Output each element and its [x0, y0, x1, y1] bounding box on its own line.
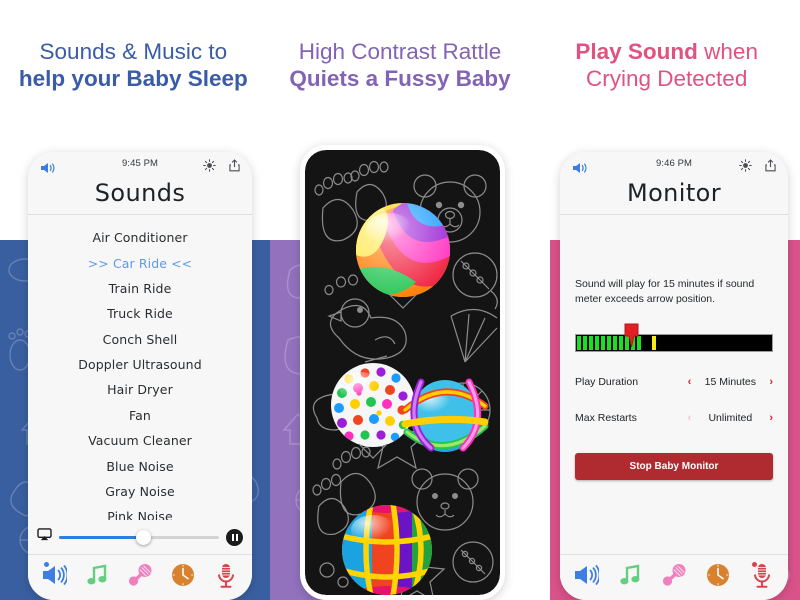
rattle-outline-2	[452, 541, 494, 583]
headline-row: Sounds & Music to help your Baby Sleep H…	[0, 0, 800, 130]
tab-timer[interactable]	[701, 561, 735, 595]
clock-icon	[171, 563, 195, 592]
headline-line-1: Sounds & Music to	[39, 38, 228, 64]
headline-line-1: High Contrast Rattle	[298, 38, 502, 64]
tab-monitor[interactable]	[745, 561, 779, 595]
setting-label: Play Duration	[575, 376, 639, 389]
headline-line-2: Quiets a Fussy Baby	[289, 66, 511, 91]
ribbon-wrapped-ball	[401, 378, 489, 452]
headline-sounds-music: Sounds & Music to help your Baby Sleep	[0, 0, 267, 130]
status-time: 9:45 PM	[121, 158, 159, 169]
tab-active-indicator	[43, 561, 49, 567]
headline-line-1-bold: Play Sound	[575, 38, 698, 64]
page-title: Monitor	[560, 178, 788, 215]
setting-decrement-arrow[interactable]: ‹	[688, 412, 692, 424]
status-bar: 9:46 PM	[560, 152, 788, 178]
tab-active-indicator	[752, 561, 757, 567]
sound-list-item[interactable]: Doppler Ultrasound	[28, 352, 252, 377]
tab-rattle[interactable]	[123, 561, 157, 595]
setting-row: Play Duration ‹ 15 Minutes ›	[575, 376, 773, 388]
headline-line-1-soft: when	[697, 38, 758, 64]
monitor-screen: 9:46 PM Monitor Sound will play for 15 m…	[560, 152, 788, 600]
speaker-waves-icon	[41, 564, 68, 591]
sound-list-item[interactable]: Blue Noise	[28, 453, 252, 478]
rattle-icon	[661, 563, 687, 592]
tab-sounds[interactable]	[37, 561, 71, 595]
pause-icon[interactable]	[226, 528, 243, 546]
setting-label: Max Restarts	[575, 412, 637, 425]
headline-line-2: help your Baby Sleep	[18, 66, 248, 91]
playback-slider-knob[interactable]	[136, 529, 152, 545]
player-bar	[28, 520, 252, 554]
pinwheel	[450, 308, 498, 363]
status-bar: 9:45 PM	[28, 152, 252, 178]
sound-list-item[interactable]: Train Ride	[28, 276, 252, 301]
microphone-icon	[216, 563, 236, 593]
sounds-screen: 9:45 PM Sounds Air Conditioner >> Car Rid…	[28, 152, 252, 600]
monitor-body: Sound will play for 15 minutes if sound …	[560, 215, 788, 554]
headline-high-contrast: High Contrast Rattle Quiets a Fussy Baby	[267, 0, 534, 130]
airplay-icon[interactable]	[37, 528, 52, 546]
toy-canvas	[312, 160, 498, 595]
playback-slider-fill	[59, 535, 144, 539]
headline-play-sound: Play Sound when Crying Detected	[533, 0, 800, 130]
tab-music[interactable]	[80, 561, 114, 595]
sound-list-item[interactable]: Conch Shell	[28, 327, 252, 352]
speaker-waves-icon	[573, 564, 601, 591]
sound-list-item[interactable]: Gray Noise	[28, 479, 252, 504]
setting-increment-arrow[interactable]: ›	[769, 376, 773, 388]
tab-bar[interactable]	[28, 554, 252, 600]
headline-line-1: Play Sound when	[575, 38, 758, 65]
setting-value: Unlimited	[708, 412, 753, 425]
phone-mockup-rattle	[300, 145, 505, 600]
sound-list-item[interactable]: Truck Ride	[28, 301, 252, 326]
sound-list-item[interactable]: Pink Noise	[28, 504, 252, 520]
status-time: 9:46 PM	[655, 158, 693, 169]
sound-meter-yellow-tick	[652, 336, 656, 351]
microphone-icon	[752, 563, 772, 593]
tab-timer[interactable]	[166, 561, 200, 595]
sound-list[interactable]: Air Conditioner >> Car Ride << Train Ride T…	[28, 215, 252, 520]
sound-list-item[interactable]: Air Conditioner	[28, 225, 252, 250]
sound-meter[interactable]	[575, 323, 773, 353]
music-note-icon	[618, 563, 642, 592]
music-note-icon	[85, 563, 109, 592]
stop-baby-monitor-button[interactable]: Stop Baby Monitor	[575, 453, 773, 481]
monitor-description: Sound will play for 15 minutes if sound …	[575, 278, 755, 306]
rainbow-swirl-ball	[356, 203, 450, 309]
beach-ball	[342, 505, 432, 595]
setting-value: 15 Minutes	[704, 376, 757, 389]
setting-increment-arrow[interactable]: ›	[769, 412, 773, 424]
rattle-outline	[452, 252, 498, 310]
setting-row: Max Restarts ‹ Unlimited ›	[575, 412, 773, 424]
phone-mockup-sounds: 9:45 PM Sounds Air Conditioner >> Car Rid…	[28, 152, 252, 600]
sound-list-item[interactable]: Fan	[28, 403, 252, 428]
high-contrast-rattle-screen[interactable]	[305, 150, 500, 595]
teddy-bear-2	[411, 468, 479, 531]
playback-slider[interactable]	[59, 529, 219, 545]
threshold-arrow-icon[interactable]	[623, 323, 640, 349]
tab-music[interactable]	[613, 561, 647, 595]
rattle-icon	[127, 563, 153, 592]
tab-bar[interactable]	[560, 554, 788, 600]
tab-sounds[interactable]	[569, 561, 603, 595]
sound-list-item[interactable]: Hair Dryer	[28, 377, 252, 402]
clock-icon	[706, 563, 730, 592]
sound-list-item[interactable]: Vacuum Cleaner	[28, 428, 252, 453]
headline-line-2: Crying Detected	[586, 66, 748, 91]
phone-mockup-monitor: 9:46 PM Monitor Sound will play for 15 m…	[560, 152, 788, 600]
tab-monitor[interactable]	[209, 561, 243, 595]
setting-decrement-arrow[interactable]: ‹	[688, 376, 692, 388]
page-title: Sounds	[28, 178, 252, 215]
tab-rattle[interactable]	[657, 561, 691, 595]
monitor-settings: Play Duration ‹ 15 Minutes › Max Restarts ‹ Un…	[575, 376, 773, 424]
sound-list-item[interactable]: >> Car Ride <<	[28, 250, 252, 275]
